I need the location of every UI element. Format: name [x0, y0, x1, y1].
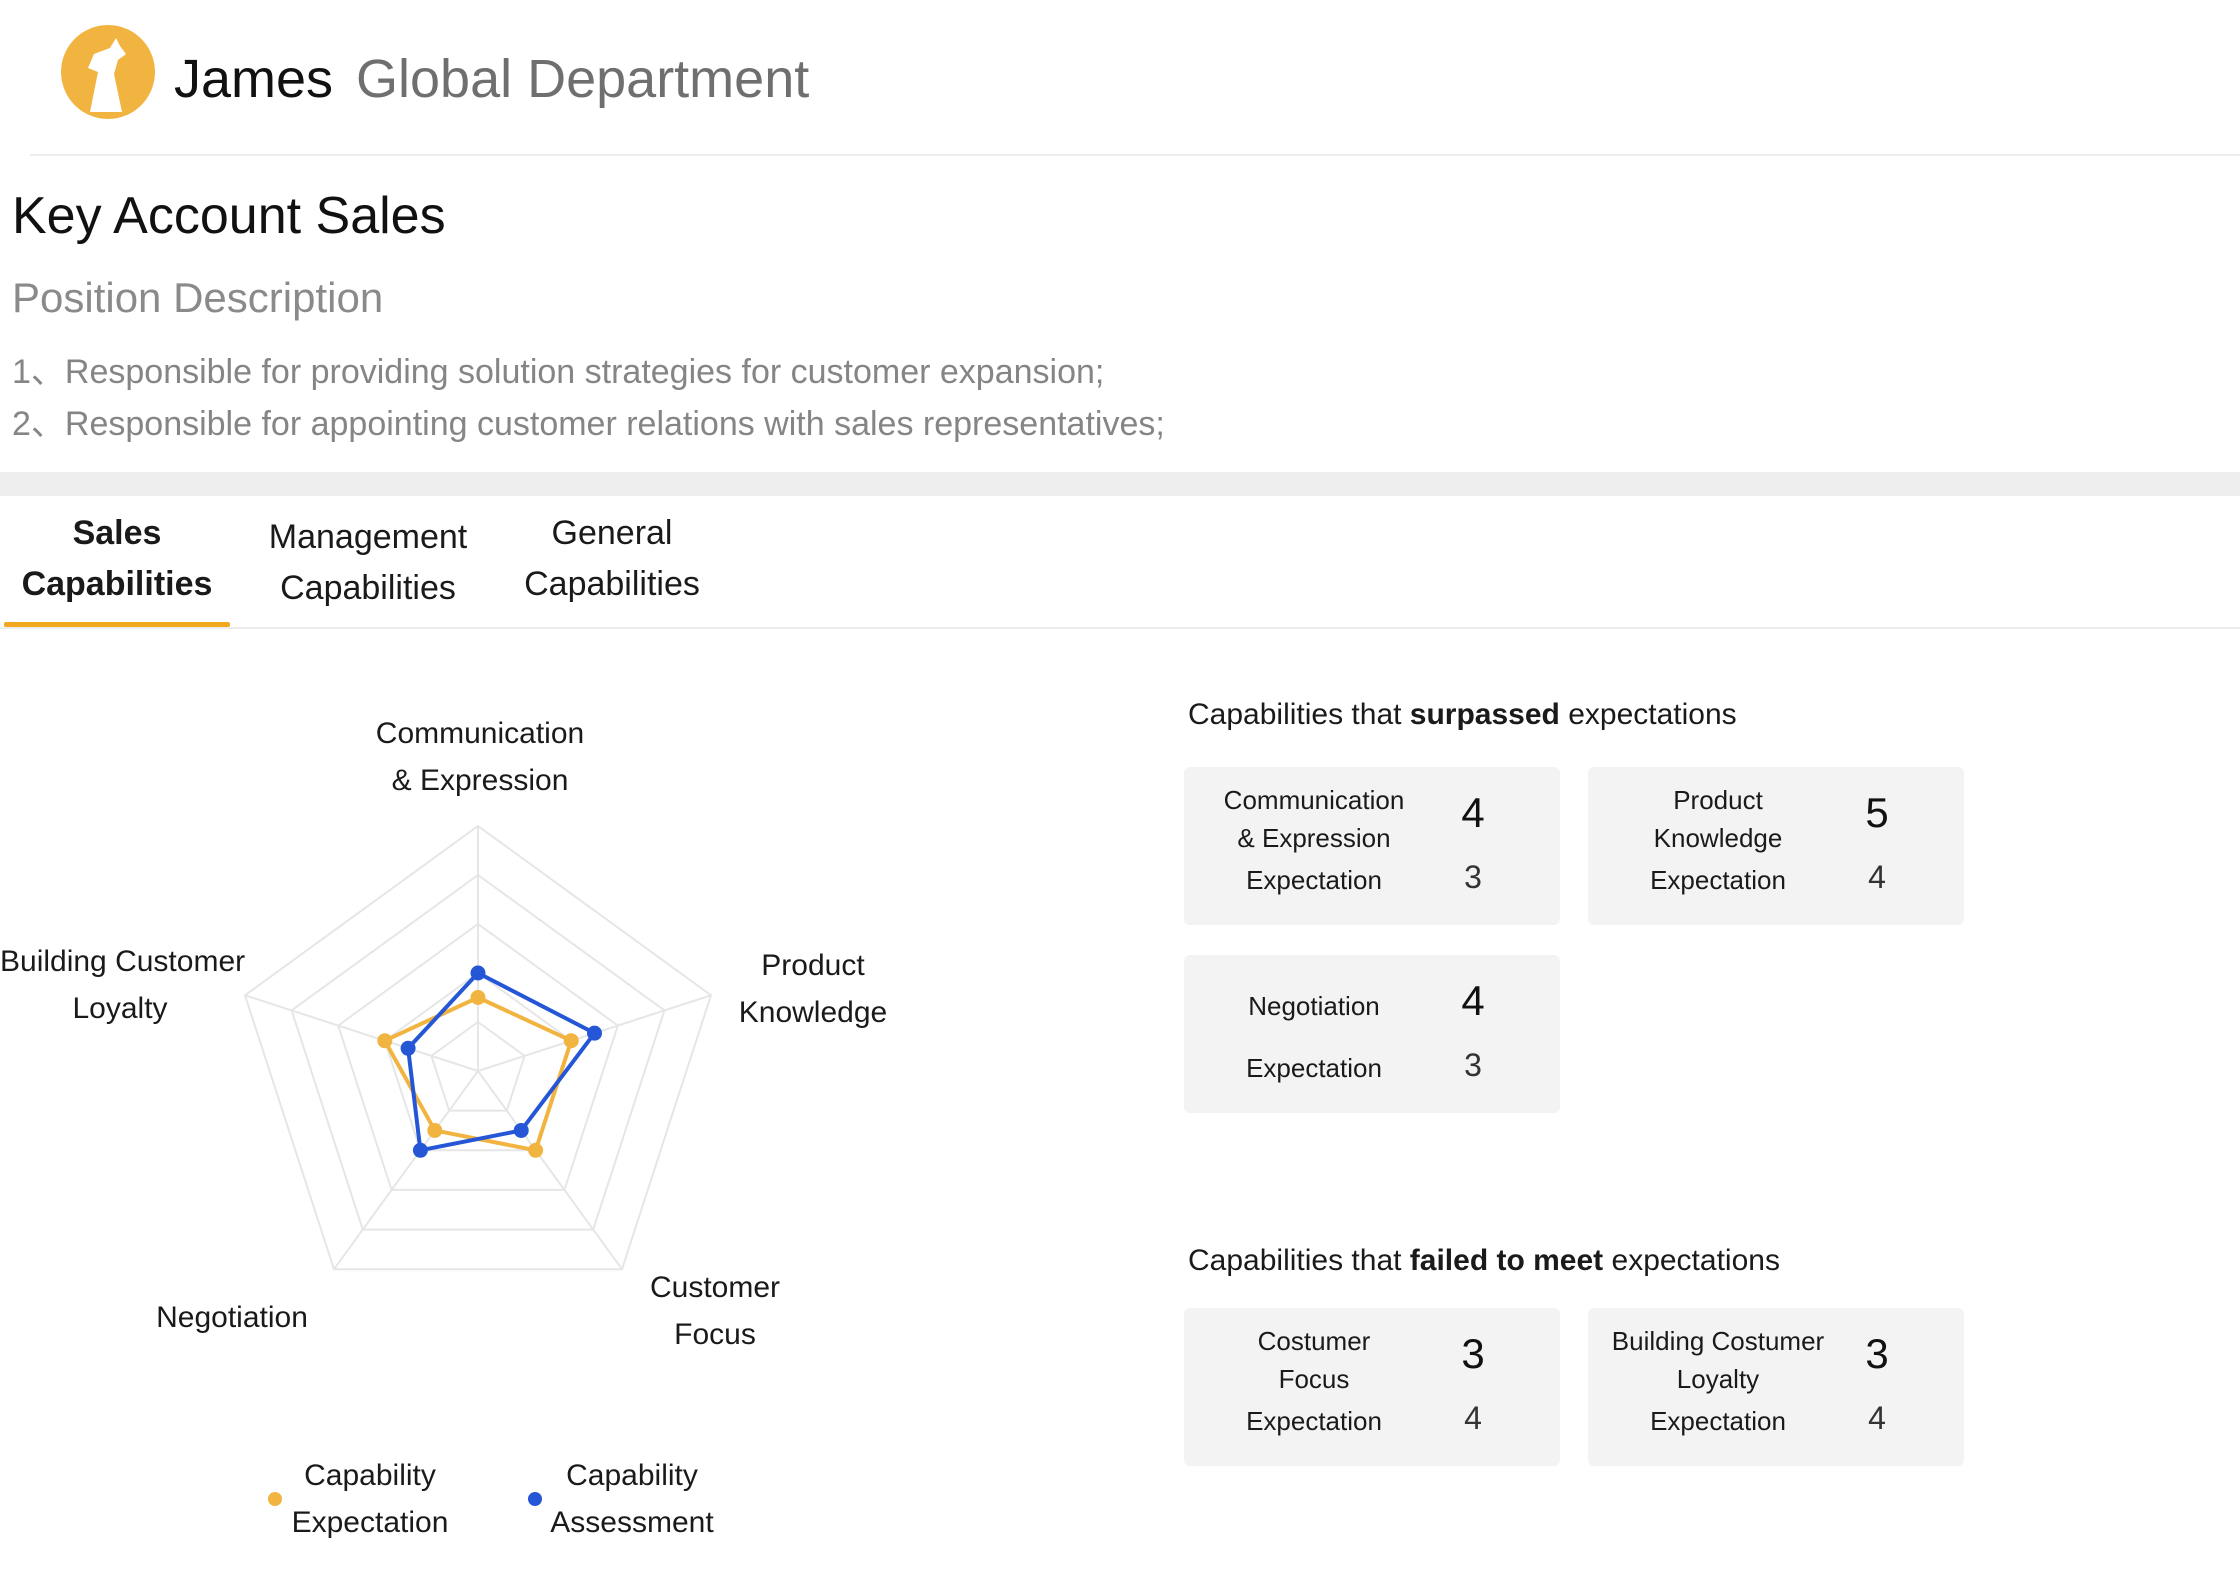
card-expectation-value: 3 [1464, 859, 1482, 895]
legend-item-capability-assessment: Capability Assessment [540, 1452, 724, 1546]
axis-label-product-knowledge: Product Knowledge [698, 942, 928, 1036]
card-score: 4 [1461, 789, 1485, 836]
radar-data-point [563, 1033, 579, 1049]
card-expectation-value: 4 [1868, 1400, 1886, 1436]
axis-label-negotiation: Negotiation [132, 1294, 332, 1341]
failed-section-title: Capabilities that failed to meet expecta… [1188, 1244, 1780, 1278]
capability-card[interactable]: Building Costumer Loyalty 3 Expectation … [1588, 1308, 1964, 1466]
legend-label-line1: Capability [566, 1459, 698, 1492]
axis-label-line1: Customer [649, 1271, 781, 1304]
tab-label-line1: General [551, 514, 673, 552]
giraffe-logo-icon [61, 25, 155, 119]
department-name: Global Department [356, 49, 810, 109]
capability-tabs: Sales Capabilities Management Capabiliti… [0, 496, 2240, 630]
card-name-line1: Costumer [1257, 1326, 1371, 1356]
page-header: James Global Department [0, 0, 2240, 156]
axis-label-line2: Focus [674, 1318, 756, 1351]
card-expectation-label: Expectation [1246, 865, 1382, 895]
axis-label-line2: & Expression [391, 764, 569, 797]
description-line: 2、Responsible for appointing customer re… [12, 405, 1165, 443]
title-bold: failed to meet [1409, 1244, 1604, 1277]
header-divider [30, 154, 2240, 156]
radar-data-point [427, 1122, 443, 1138]
radar-series [377, 965, 603, 1158]
legend-label-line1: Capability [304, 1459, 436, 1492]
description-line: 1、Responsible for providing solution str… [12, 353, 1105, 391]
card-score: 4 [1461, 977, 1485, 1024]
card-score: 3 [1461, 1330, 1485, 1377]
tab-sales-capabilities[interactable]: Sales Capabilities [4, 508, 230, 610]
tab-label-line2: Capabilities [21, 565, 213, 603]
card-expectation-label: Expectation [1246, 1406, 1382, 1436]
axis-label-building-customer-loyalty: Building Customer Loyalty [0, 938, 246, 1032]
axis-label-line1: Product [761, 949, 865, 982]
title-prefix: Capabilities that [1188, 698, 1410, 731]
capability-card[interactable]: Negotiation 4 Expectation 3 [1184, 955, 1560, 1113]
radar-data-point [587, 1025, 603, 1041]
capability-card[interactable]: Product Knowledge 5 Expectation 4 [1588, 767, 1964, 925]
card-expectation-label: Expectation [1246, 1053, 1382, 1083]
tab-label-line1: Sales [72, 514, 162, 552]
tab-label-line1: Management [268, 518, 468, 556]
title-bold: surpassed [1409, 698, 1560, 731]
tabs-divider [0, 627, 2240, 629]
card-name-line1: Negotiation [1248, 991, 1380, 1021]
section-separator [0, 472, 2240, 496]
card-score: 5 [1865, 789, 1889, 836]
title-suffix: expectations [1559, 698, 1737, 731]
tab-management-capabilities[interactable]: Management Capabilities [248, 512, 488, 614]
axis-label-line2: Knowledge [738, 996, 888, 1029]
radar-data-point [470, 990, 486, 1005]
radar-data-point [412, 1142, 428, 1158]
title-suffix: expectations [1603, 1244, 1780, 1277]
card-name-line2: Loyalty [1676, 1364, 1760, 1394]
card-name-line1: Communication [1223, 785, 1405, 815]
axis-label-line2: Loyalty [72, 992, 168, 1025]
radar-data-point [377, 1033, 393, 1049]
legend-item-capability-expectation: Capability Expectation [280, 1452, 460, 1546]
card-expectation-value: 4 [1464, 1400, 1482, 1436]
radar-data-point [400, 1040, 416, 1056]
legend-label-line2: Expectation [291, 1506, 449, 1539]
tab-label-line2: Capabilities [280, 569, 456, 607]
radar-data-point [470, 965, 486, 981]
card-expectation-label: Expectation [1650, 1406, 1786, 1436]
radar-grid [243, 824, 713, 1271]
axis-label-customer-focus: Customer Focus [610, 1264, 820, 1358]
tab-label-line2: Capabilities [524, 565, 700, 603]
radar-axis-line [244, 994, 479, 1072]
card-expectation-value: 3 [1464, 1047, 1482, 1083]
card-score: 3 [1865, 1330, 1889, 1377]
title-prefix: Capabilities that [1188, 1244, 1410, 1277]
card-name-line2: & Expression [1237, 823, 1391, 853]
card-expectation-label: Expectation [1650, 865, 1786, 895]
radar-data-point [513, 1122, 529, 1138]
tab-general-capabilities[interactable]: General Capabilities [502, 508, 722, 610]
surpassed-section-title: Capabilities that surpassed expectations [1188, 698, 1737, 732]
position-description-heading: Position Description [12, 274, 384, 321]
radar-axis-line [333, 1070, 479, 1270]
axis-label-communication-expression: Communication & Expression [320, 710, 640, 804]
job-title: Key Account Sales [12, 187, 446, 245]
axis-label-line1: Communication [375, 717, 585, 750]
legend-label-line2: Assessment [550, 1506, 714, 1539]
card-name-line2: Knowledge [1653, 823, 1783, 853]
capability-card[interactable]: Costumer Focus 3 Expectation 4 [1184, 1308, 1560, 1466]
user-name: James [174, 49, 334, 109]
axis-label-line1: Negotiation [156, 1301, 308, 1334]
axis-label-line1: Building Customer [0, 945, 246, 978]
capability-card[interactable]: Communication & Expression 4 Expectation… [1184, 767, 1560, 925]
radar-data-point [528, 1142, 544, 1158]
card-name-line2: Focus [1278, 1364, 1350, 1394]
card-name-line1: Product [1673, 785, 1763, 815]
card-name-line1: Building Costumer [1611, 1326, 1825, 1356]
card-expectation-value: 4 [1868, 859, 1886, 895]
